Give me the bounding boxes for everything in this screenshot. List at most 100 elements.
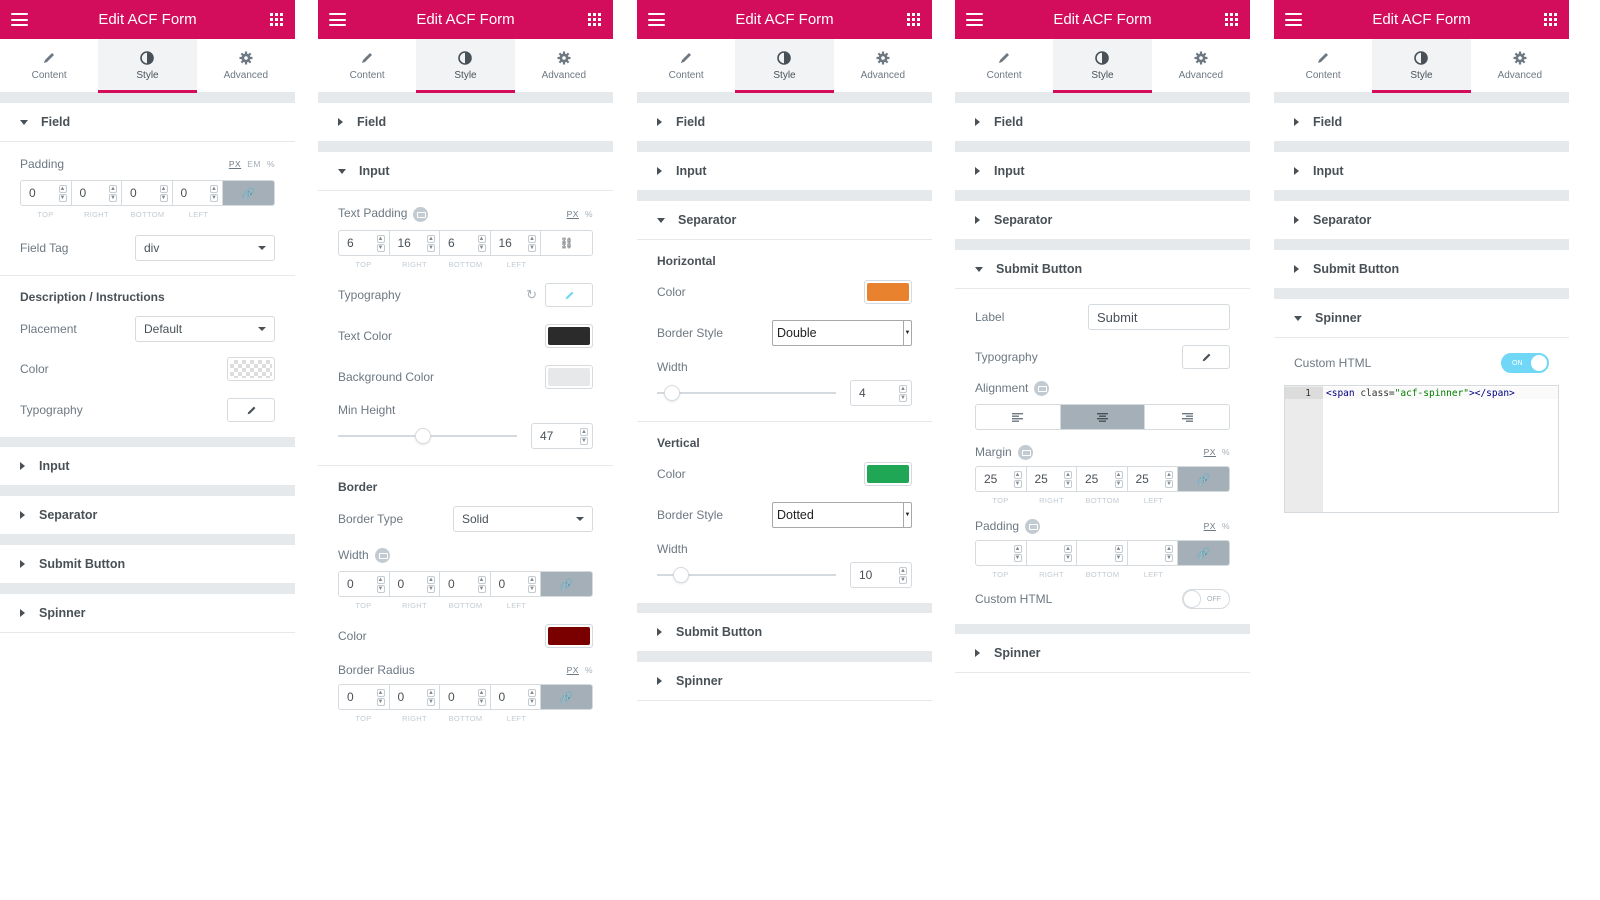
padding-top-input[interactable]: ▲ ▼ <box>976 541 1027 566</box>
placement-select[interactable]: Default <box>135 316 275 342</box>
unit-switcher[interactable]: PX EM% <box>229 159 275 169</box>
slider-handle[interactable] <box>414 428 431 444</box>
tab-content[interactable]: Content <box>955 39 1053 92</box>
section-spinner[interactable]: Spinner <box>0 594 295 633</box>
background-color-picker[interactable] <box>545 365 593 389</box>
padding-bottom-input[interactable]: 0 ▲ ▼ <box>122 181 173 205</box>
link-values-icon[interactable]: 🔗 <box>1178 541 1229 566</box>
radius-top-input[interactable]: 0 ▲ ▼ <box>339 685 390 710</box>
text-padding-top-input[interactable]: 6 ▲ ▼ <box>339 231 390 255</box>
section-submit-button[interactable]: Submit Button <box>1274 250 1569 289</box>
padding-top-input[interactable]: 0 ▲ ▼ <box>21 181 72 205</box>
link-values-icon[interactable]: 🔗 <box>223 181 274 205</box>
hamburger-menu-icon[interactable] <box>329 13 346 26</box>
section-spinner[interactable]: Spinner <box>955 634 1250 674</box>
section-field[interactable]: Field <box>0 103 295 142</box>
hamburger-menu-icon[interactable] <box>1285 13 1302 26</box>
widgets-grid-icon[interactable] <box>907 13 920 26</box>
link-values-icon[interactable]: 🔗 <box>1178 467 1229 492</box>
text-padding-bottom-input[interactable]: 6 ▲ ▼ <box>440 231 491 255</box>
hamburger-menu-icon[interactable] <box>11 13 28 26</box>
padding-bottom-input[interactable]: ▲ ▼ <box>1077 541 1128 566</box>
typography-edit-button[interactable] <box>545 283 593 307</box>
tab-content[interactable]: Content <box>318 39 416 92</box>
tab-advanced[interactable]: Advanced <box>834 39 932 92</box>
width-right-input[interactable]: 0 ▲ ▼ <box>390 572 440 597</box>
section-field[interactable]: Field <box>318 103 613 142</box>
tab-style[interactable]: Style <box>735 39 834 93</box>
link-values-icon[interactable]: 🔗 <box>541 572 592 597</box>
widgets-grid-icon[interactable] <box>1544 13 1557 26</box>
unit-switcher[interactable]: PX% <box>567 665 593 675</box>
field-tag-select[interactable]: div <box>135 235 275 261</box>
margin-right-input[interactable]: 25 ▲ ▼ <box>1027 467 1077 492</box>
horizontal-color-picker[interactable] <box>864 280 912 304</box>
radius-right-input[interactable]: 0 ▲ ▼ <box>390 685 440 710</box>
section-input[interactable]: Input <box>1274 152 1569 191</box>
width-bottom-input[interactable]: 0 ▲ ▼ <box>440 572 491 597</box>
typography-edit-button[interactable] <box>227 398 275 422</box>
tab-style[interactable]: Style <box>416 39 515 93</box>
width-left-input[interactable]: 0 ▲ ▼ <box>491 572 541 597</box>
responsive-icon[interactable] <box>413 206 429 222</box>
width-top-input[interactable]: 0 ▲ ▼ <box>339 572 390 597</box>
padding-left-input[interactable]: ▲ ▼ <box>1128 541 1178 566</box>
section-spinner[interactable]: Spinner <box>637 662 932 701</box>
vertical-color-picker[interactable] <box>864 462 912 486</box>
border-type-select[interactable]: Solid <box>453 506 593 532</box>
horizontal-width-input[interactable]: 4 ▲ ▼ <box>850 380 912 406</box>
border-color-picker[interactable] <box>545 624 593 649</box>
tab-content[interactable]: Content <box>1274 39 1372 92</box>
section-submit-button[interactable]: Submit Button <box>0 545 295 584</box>
radius-bottom-input[interactable]: 0 ▲ ▼ <box>440 685 491 710</box>
tab-style[interactable]: Style <box>1053 39 1152 93</box>
typography-edit-button[interactable] <box>1182 345 1230 369</box>
text-color-picker[interactable] <box>545 324 593 348</box>
section-field[interactable]: Field <box>1274 103 1569 142</box>
horizontal-width-slider[interactable] <box>657 383 836 403</box>
section-input[interactable]: Input <box>0 447 295 486</box>
unit-switcher[interactable]: PX% <box>1204 447 1230 457</box>
tab-advanced[interactable]: Advanced <box>1471 39 1569 92</box>
code-text[interactable]: <span class="acf-spinner"></span> <box>1323 386 1558 512</box>
align-center-button[interactable] <box>1060 405 1146 430</box>
link-values-icon[interactable]: 🔗 <box>541 685 592 710</box>
margin-top-input[interactable]: 25 ▲ ▼ <box>976 467 1027 492</box>
section-separator[interactable]: Separator <box>1274 201 1569 240</box>
min-height-input[interactable]: 47 ▲ ▼ <box>531 423 593 449</box>
reset-icon[interactable]: ↻ <box>526 287 537 303</box>
responsive-icon[interactable] <box>1017 444 1033 460</box>
tab-content[interactable]: Content <box>0 39 98 92</box>
margin-bottom-input[interactable]: 25 ▲ ▼ <box>1077 467 1128 492</box>
section-submit-button[interactable]: Submit Button <box>637 613 932 652</box>
tab-advanced[interactable]: Advanced <box>1152 39 1250 92</box>
button-label-input[interactable]: Submit <box>1088 304 1230 330</box>
align-left-button[interactable] <box>976 405 1061 430</box>
tab-content[interactable]: Content <box>637 39 735 92</box>
padding-right-input[interactable]: ▲ ▼ <box>1027 541 1077 566</box>
section-separator[interactable]: Separator <box>955 201 1250 240</box>
tab-style[interactable]: Style <box>1372 39 1471 93</box>
widgets-grid-icon[interactable] <box>1225 13 1238 26</box>
radius-left-input[interactable]: 0 ▲ ▼ <box>491 685 541 710</box>
code-editor[interactable]: 1 <span class="acf-spinner"></span> <box>1284 385 1559 513</box>
tab-style[interactable]: Style <box>98 39 197 93</box>
section-spinner[interactable]: Spinner <box>1274 299 1569 338</box>
section-input[interactable]: Input <box>637 152 932 191</box>
widgets-grid-icon[interactable] <box>588 13 601 26</box>
horizontal-border-style-select[interactable]: Double ▼ <box>772 320 912 346</box>
vertical-width-slider[interactable] <box>657 565 836 585</box>
hamburger-menu-icon[interactable] <box>648 13 665 26</box>
slider-handle[interactable] <box>663 385 680 401</box>
responsive-icon[interactable] <box>374 548 390 564</box>
section-input[interactable]: Input <box>955 152 1250 191</box>
text-padding-left-input[interactable]: 16 ▲ ▼ <box>491 231 541 255</box>
tab-advanced[interactable]: Advanced <box>197 39 295 92</box>
unlink-values-icon[interactable]: ⛓ <box>541 231 592 255</box>
unit-switcher[interactable]: PX% <box>567 209 593 219</box>
tab-advanced[interactable]: Advanced <box>515 39 613 92</box>
padding-left-input[interactable]: 0 ▲ ▼ <box>173 181 223 205</box>
padding-right-input[interactable]: 0 ▲ ▼ <box>72 181 122 205</box>
hamburger-menu-icon[interactable] <box>966 13 983 26</box>
slider-handle[interactable] <box>673 567 690 583</box>
